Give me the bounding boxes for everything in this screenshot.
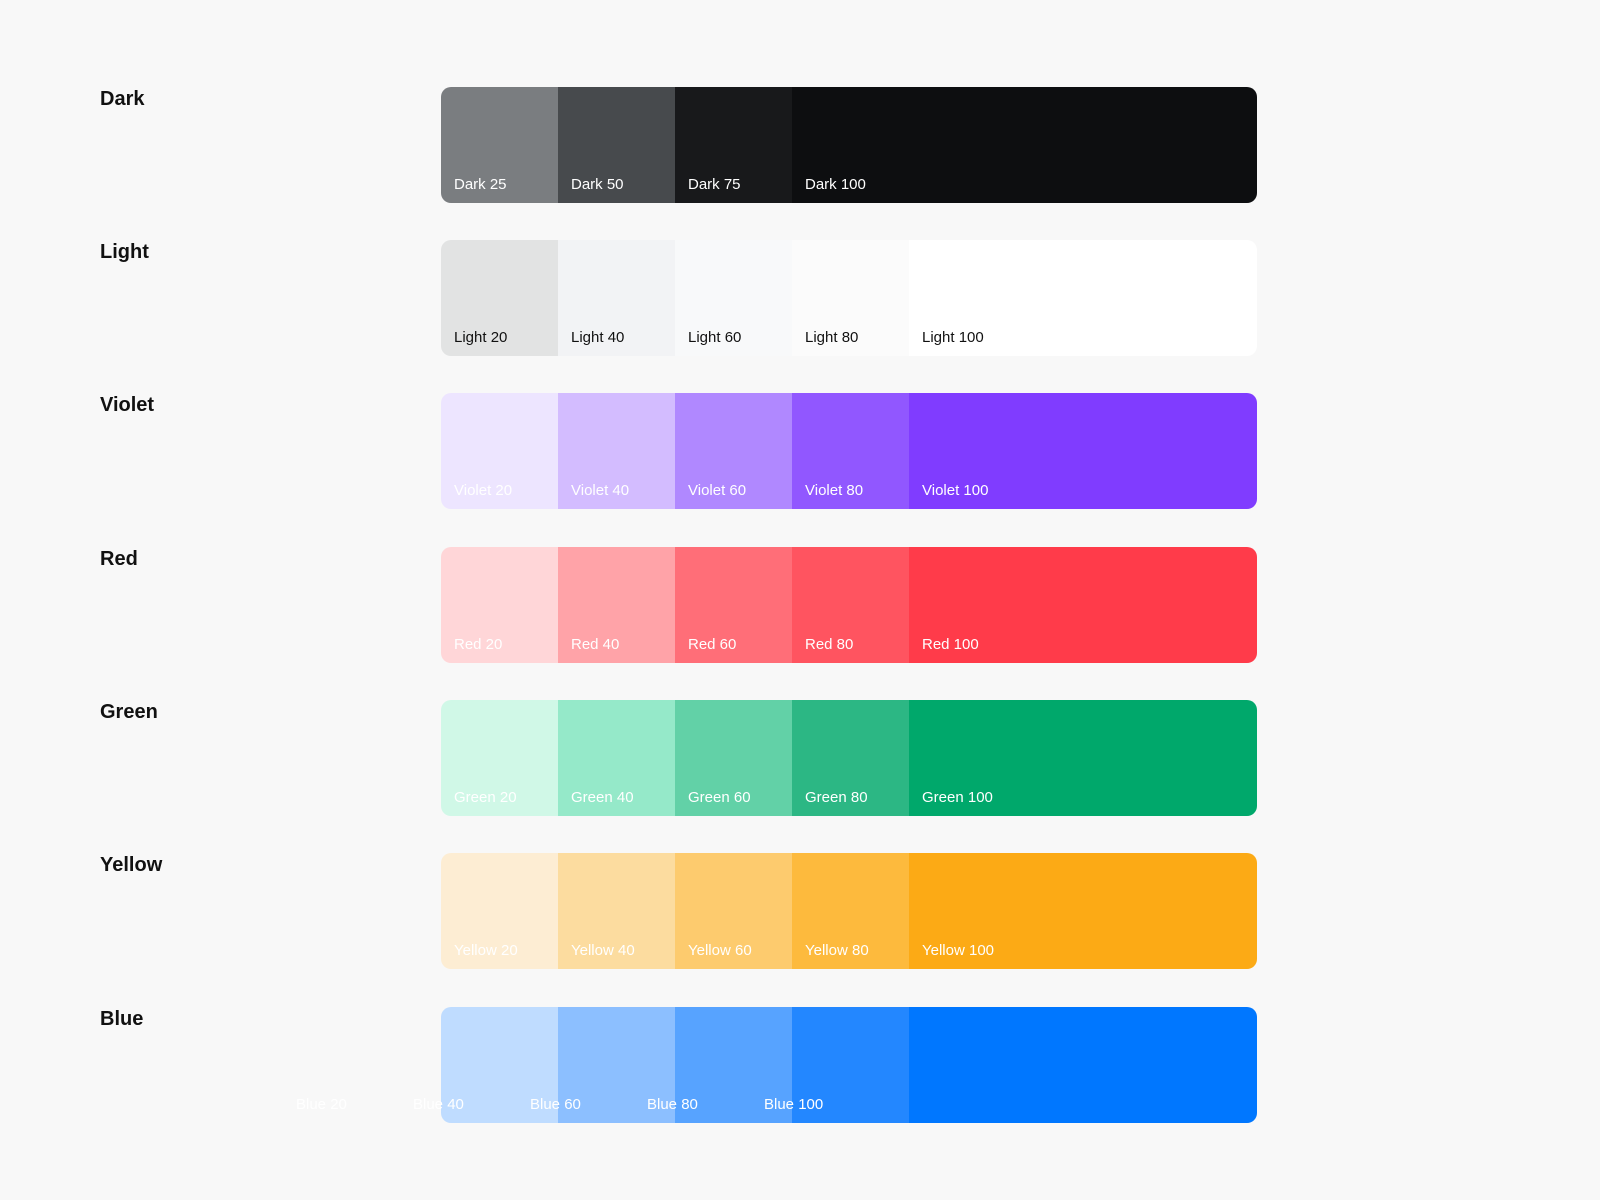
color-swatch[interactable] (558, 1007, 675, 1123)
swatch-label: Green 60 (688, 789, 751, 806)
swatch-label: Light 80 (805, 329, 859, 346)
palette-row-green: Green Green 20 Green 40 Green 60 Green 80 Gre… (0, 700, 1600, 816)
color-swatch[interactable]: Green 60 (675, 700, 792, 816)
palette-strip (441, 1007, 1257, 1123)
palette-row-blue: Blue Blue 20 Blue 40 Blue 60 Blue 80 Blue 100 (0, 1007, 1600, 1123)
color-swatch[interactable]: Green 40 (558, 700, 675, 816)
palette-title: Light (100, 241, 149, 263)
color-swatch[interactable]: Violet 20 (441, 393, 558, 509)
swatch-label: Red 20 (454, 636, 503, 653)
swatch-label: Dark 75 (688, 176, 741, 193)
palette-row-red: Red Red 20 Red 40 Red 60 Red 80 Red 100 (0, 547, 1600, 663)
color-swatch[interactable]: Light 40 (558, 240, 675, 356)
color-swatch[interactable]: Dark 100 (792, 87, 1257, 203)
color-swatch[interactable] (441, 1007, 558, 1123)
color-swatch[interactable]: Violet 80 (792, 393, 909, 509)
swatch-label: Red 60 (688, 636, 737, 653)
swatch-label: Light 60 (688, 329, 742, 346)
color-swatch[interactable]: Violet 100 (909, 393, 1257, 509)
color-swatch[interactable]: Yellow 20 (441, 853, 558, 969)
swatch-label: Light 20 (454, 329, 508, 346)
color-swatch[interactable]: Yellow 80 (792, 853, 909, 969)
swatch-label: Green 100 (922, 789, 993, 806)
swatch-label: Red 40 (571, 636, 620, 653)
color-swatch[interactable]: Green 20 (441, 700, 558, 816)
swatch-label: Dark 25 (454, 176, 507, 193)
color-swatch[interactable]: Light 80 (792, 240, 909, 356)
swatch-label: Green 20 (454, 789, 517, 806)
palette-strip: Light 20 Light 40 Light 60 Light 80 Light 10… (441, 240, 1257, 356)
swatch-label: Red 80 (805, 636, 854, 653)
color-swatch[interactable]: Dark 50 (558, 87, 675, 203)
swatch-label: Violet 20 (454, 482, 513, 499)
swatch-label: Yellow 20 (454, 942, 518, 959)
color-swatch[interactable] (792, 1007, 909, 1123)
swatch-label: Yellow 40 (571, 942, 635, 959)
palette-row-light: Light Light 20 Light 40 Light 60 Light 80 Lig… (0, 240, 1600, 356)
color-swatch[interactable] (909, 1007, 1257, 1123)
swatch-label: Green 40 (571, 789, 634, 806)
palette-strip: Dark 25 Dark 50 Dark 75 Dark 100 (441, 87, 1257, 203)
color-swatch[interactable]: Red 60 (675, 547, 792, 663)
palette-strip: Yellow 20 Yellow 40 Yellow 60 Yellow 80 Yell… (441, 853, 1257, 969)
color-swatch[interactable]: Red 80 (792, 547, 909, 663)
palette-row-yellow: Yellow Yellow 20 Yellow 40 Yellow 60 Yellow … (0, 853, 1600, 969)
swatch-label: Dark 100 (805, 176, 866, 193)
swatch-label: Yellow 80 (805, 942, 869, 959)
color-swatch[interactable]: Light 100 (909, 240, 1257, 356)
swatch-label: Green 80 (805, 789, 868, 806)
palette-title: Green (100, 701, 158, 723)
color-swatch[interactable]: Yellow 100 (909, 853, 1257, 969)
swatch-label: Blue 20 (296, 1096, 347, 1113)
color-swatch[interactable]: Dark 75 (675, 87, 792, 203)
color-swatch[interactable]: Green 80 (792, 700, 909, 816)
palette-title: Yellow (100, 854, 163, 876)
color-swatch[interactable]: Violet 60 (675, 393, 792, 509)
swatch-label: Violet 100 (922, 482, 989, 499)
palette-strip: Red 20 Red 40 Red 60 Red 80 Red 100 (441, 547, 1257, 663)
color-swatch[interactable]: Yellow 40 (558, 853, 675, 969)
palette-strip: Violet 20 Violet 40 Violet 60 Violet 80 Viol… (441, 393, 1257, 509)
swatch-label: Violet 40 (571, 482, 630, 499)
palette-title: Blue (100, 1008, 144, 1030)
swatch-label: Red 100 (922, 636, 979, 653)
color-swatch[interactable]: Violet 40 (558, 393, 675, 509)
palette-row-dark: Dark Dark 25 Dark 50 Dark 75 Dark 100 (0, 87, 1600, 203)
color-swatch[interactable]: Red 40 (558, 547, 675, 663)
color-swatch[interactable]: Yellow 60 (675, 853, 792, 969)
palette-strip: Green 20 Green 40 Green 60 Green 80 Green 10… (441, 700, 1257, 816)
swatch-label: Light 100 (922, 329, 984, 346)
swatch-label: Dark 50 (571, 176, 624, 193)
swatch-label: Violet 80 (805, 482, 864, 499)
color-swatch[interactable]: Green 100 (909, 700, 1257, 816)
swatch-label: Yellow 60 (688, 942, 752, 959)
palette-row-violet: Violet Violet 20 Violet 40 Violet 60 Violet … (0, 393, 1600, 509)
swatch-label: Light 40 (571, 329, 625, 346)
color-swatch[interactable]: Light 20 (441, 240, 558, 356)
color-swatch[interactable]: Red 100 (909, 547, 1257, 663)
color-swatch[interactable]: Red 20 (441, 547, 558, 663)
color-swatch[interactable]: Light 60 (675, 240, 792, 356)
swatch-label: Violet 60 (688, 482, 747, 499)
color-swatch[interactable] (675, 1007, 792, 1123)
palette-title: Violet (100, 394, 155, 416)
color-swatch[interactable]: Dark 25 (441, 87, 558, 203)
palette-title: Dark (100, 88, 145, 110)
palette-title: Red (100, 548, 138, 570)
swatch-label: Yellow 100 (922, 942, 995, 959)
